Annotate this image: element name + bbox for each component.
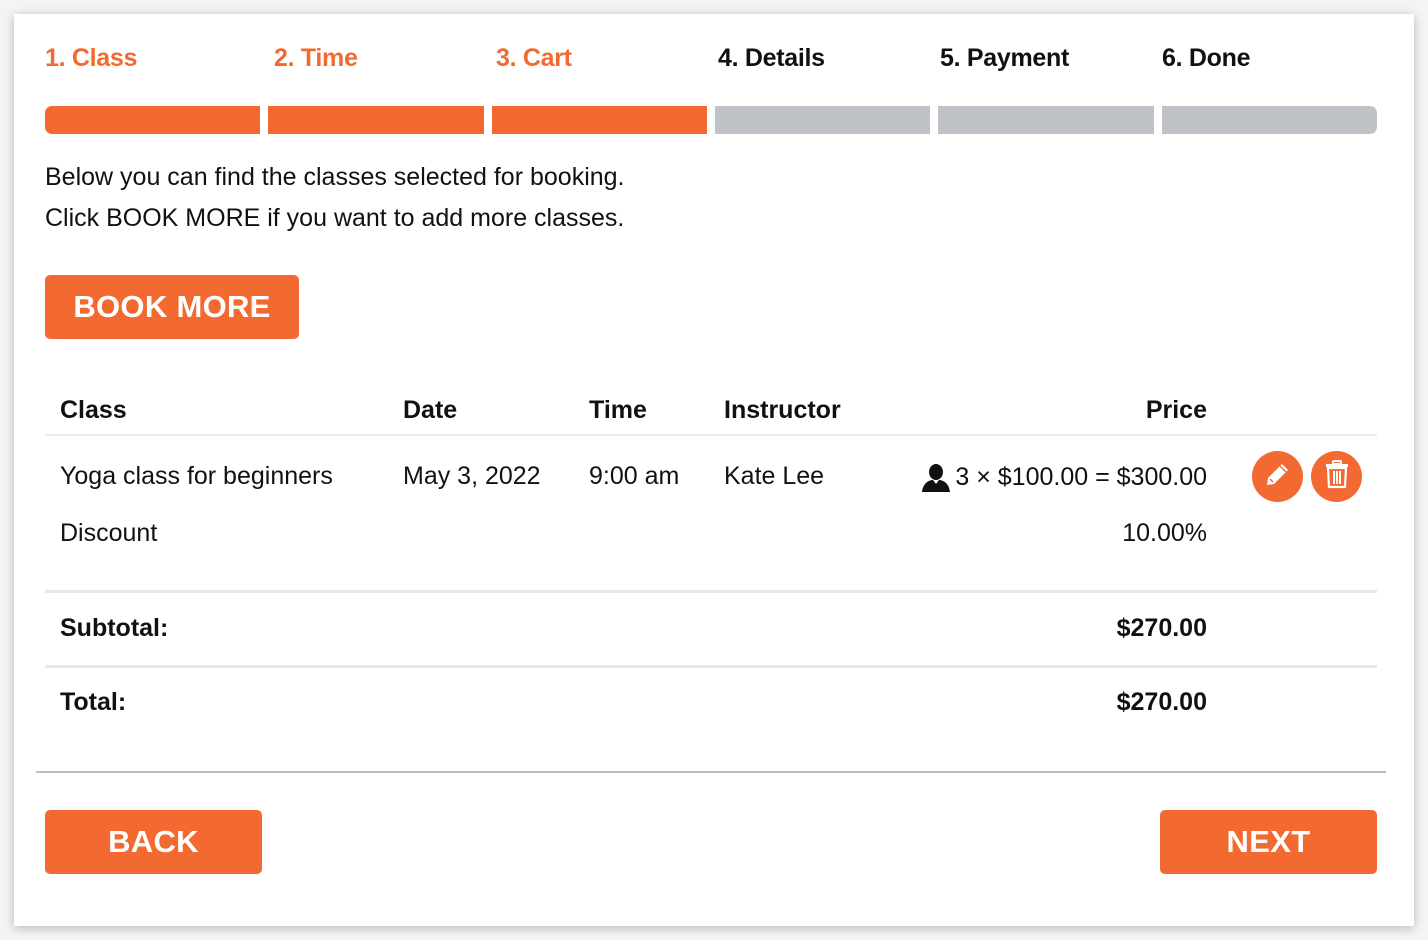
step-bar-cart	[491, 106, 707, 134]
cart-table: Class Date Time Instructor Price Yoga cl…	[45, 369, 1377, 740]
discount-row: Discount 10.00%	[45, 516, 1377, 593]
step-class: 1. Class	[45, 44, 138, 72]
intro-text: Below you can find the classes selected …	[45, 157, 625, 239]
step-time: 2. Time	[274, 44, 358, 72]
header-date: Date	[403, 396, 458, 424]
subtotal-label: Subtotal:	[60, 614, 169, 642]
header-instructor: Instructor	[724, 396, 841, 424]
total-row: Total: $270.00	[45, 668, 1377, 740]
intro-line-2: Click BOOK MORE if you want to add more …	[45, 204, 625, 232]
step-bar-time	[268, 106, 484, 134]
intro-line-1: Below you can find the classes selected …	[45, 163, 625, 191]
subtotal-value: $270.00	[1116, 614, 1207, 642]
person-icon	[921, 462, 951, 492]
step-payment: 5. Payment	[940, 44, 1070, 72]
subtotal-row: Subtotal: $270.00	[45, 593, 1377, 668]
booking-card: 1. Class 2. Time 3. Cart 4. Details 5. P…	[14, 14, 1414, 926]
total-label: Total:	[60, 688, 127, 716]
item-price: 3 × $100.00 = $300.00	[955, 462, 1207, 491]
item-class: Yoga class for beginners	[60, 462, 333, 490]
step-bar-done	[1161, 106, 1377, 134]
step-details: 4. Details	[718, 44, 825, 72]
discount-label: Discount	[60, 519, 158, 547]
step-bar-class	[45, 106, 261, 134]
step-progress: 1. Class 2. Time 3. Cart 4. Details 5. P…	[45, 44, 1377, 134]
header-price: Price	[1145, 396, 1207, 424]
step-cart: 3. Cart	[496, 44, 572, 72]
step-bar-details	[714, 106, 931, 134]
trash-icon	[1323, 459, 1351, 494]
edit-button[interactable]	[1252, 451, 1303, 502]
table-header: Class Date Time Instructor Price	[45, 369, 1377, 436]
item-time: 9:00 am	[589, 462, 680, 490]
delete-button[interactable]	[1311, 451, 1362, 502]
next-button[interactable]: NEXT	[1160, 810, 1377, 874]
table-row: Yoga class for beginners May 3, 2022 9:0…	[45, 436, 1377, 516]
step-done: 6. Done	[1162, 44, 1251, 72]
footer-divider	[36, 771, 1386, 773]
discount-value: 10.00%	[1122, 519, 1207, 547]
book-more-button[interactable]: BOOK MORE	[45, 275, 299, 339]
item-date: May 3, 2022	[403, 462, 541, 490]
pencil-icon	[1264, 460, 1292, 493]
row-actions	[1252, 451, 1362, 502]
back-button[interactable]: BACK	[45, 810, 262, 874]
item-instructor: Kate Lee	[724, 462, 825, 490]
header-class: Class	[60, 396, 127, 424]
total-value: $270.00	[1116, 688, 1207, 716]
step-bar-payment	[938, 106, 1154, 134]
item-price-cell: 3 × $100.00 = $300.00	[921, 462, 1207, 492]
header-time: Time	[589, 396, 647, 424]
